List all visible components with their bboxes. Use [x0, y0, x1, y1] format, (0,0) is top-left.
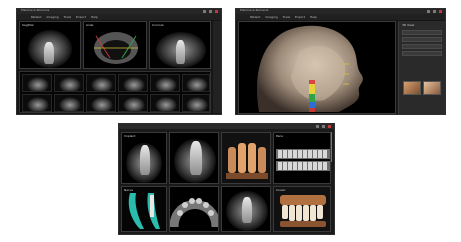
crown-render	[226, 143, 268, 179]
menu-item-patient[interactable]: Patient	[250, 14, 260, 20]
cross-section-slice[interactable]	[22, 74, 52, 92]
right-toolbar	[213, 21, 221, 113]
viewport-label: Sagittal	[22, 23, 34, 27]
cross-section-slice[interactable]	[86, 74, 116, 92]
viewport-label: Implant	[124, 134, 136, 138]
cross-section-strip	[19, 71, 211, 113]
preview-thumbnail[interactable]	[403, 81, 421, 95]
maximize-icon[interactable]	[209, 10, 212, 13]
sagittal-viewport[interactable]: Sagittal	[19, 21, 81, 69]
axial-viewport[interactable]: Axial	[83, 21, 147, 69]
cross-section-slice[interactable]	[54, 94, 84, 112]
coronal-viewport[interactable]: Coronal	[149, 21, 211, 69]
menu-item-export[interactable]: Export	[295, 14, 305, 20]
window-controls	[316, 125, 331, 128]
minimize-icon[interactable]	[427, 10, 430, 13]
minimize-icon[interactable]	[203, 10, 206, 13]
nerve-canal-viewport[interactable]: Nerve	[121, 186, 167, 232]
dental-detail-window: Implant Pano Nerve Crown	[118, 123, 335, 235]
cbct-slice-window: Planmeca Romexis Patient Imaging Tools E…	[16, 8, 222, 115]
minimize-icon[interactable]	[316, 125, 319, 128]
axial-arch-drawing	[94, 32, 138, 64]
occlusal-viewport[interactable]	[169, 186, 219, 232]
cross-section-slice[interactable]	[54, 74, 84, 92]
panel-button[interactable]	[402, 37, 442, 42]
tooth-sagittal-viewport[interactable]	[169, 132, 219, 184]
prosthetic-3d-viewport[interactable]: Crown	[273, 186, 331, 232]
menu-item-help[interactable]: Help	[310, 14, 317, 20]
cross-section-slice[interactable]	[118, 74, 148, 92]
close-icon[interactable]	[215, 10, 218, 13]
menu-item-imaging[interactable]: Imaging	[46, 14, 58, 20]
tooth-shape	[242, 197, 252, 223]
window-title: Planmeca Romexis	[240, 8, 269, 12]
close-icon[interactable]	[328, 125, 331, 128]
menu-item-imaging[interactable]: Imaging	[265, 14, 277, 20]
cross-section-slice[interactable]	[86, 94, 116, 112]
cross-section-slice[interactable]	[182, 74, 210, 92]
occlusal-arch	[170, 198, 218, 228]
right-side-panel: 3D View	[398, 21, 445, 114]
panoramic-teeth	[276, 149, 330, 171]
panoramic-viewport[interactable]: Pano	[273, 132, 331, 184]
cross-section-slice[interactable]	[118, 94, 148, 112]
implant-viewport[interactable]: Implant	[121, 132, 167, 184]
cross-section-slice[interactable]	[150, 94, 180, 112]
prosthetic-teeth-render	[280, 195, 326, 227]
tooth-shape	[44, 42, 54, 64]
panel-button[interactable]	[402, 44, 442, 49]
menu-item-export[interactable]: Export	[76, 14, 86, 20]
menu-bar: Patient Imaging Tools Export Help	[236, 14, 445, 20]
window-controls	[427, 10, 442, 13]
window-title: Planmeca Romexis	[21, 8, 50, 12]
panel-button[interactable]	[402, 30, 442, 35]
tooth-shape	[176, 40, 185, 64]
root-section-viewport[interactable]	[221, 186, 271, 232]
cross-section-slice[interactable]	[182, 94, 210, 112]
3d-viewport[interactable]	[238, 21, 396, 114]
preview-thumbnail[interactable]	[423, 81, 441, 95]
3d-render-window: Planmeca Romexis Patient Imaging Tools E…	[235, 8, 446, 115]
cross-section-slice[interactable]	[150, 74, 180, 92]
menu-item-help[interactable]: Help	[91, 14, 98, 20]
cross-section-slice[interactable]	[22, 94, 52, 112]
panel-button[interactable]	[402, 51, 442, 56]
maximize-icon[interactable]	[433, 10, 436, 13]
tooth-shape	[140, 145, 150, 175]
menu-item-patient[interactable]: Patient	[31, 14, 41, 20]
crown-3d-viewport[interactable]	[221, 132, 271, 184]
menu-bar: Patient Imaging Tools Export Help	[17, 14, 221, 20]
menu-item-tools[interactable]: Tools	[64, 14, 71, 20]
window-controls	[203, 10, 218, 13]
nerve-canal-drawing	[128, 193, 160, 229]
menu-item-tools[interactable]: Tools	[283, 14, 290, 20]
close-icon[interactable]	[439, 10, 442, 13]
title-bar	[119, 124, 334, 129]
maximize-icon[interactable]	[322, 125, 325, 128]
panel-title: 3D View	[402, 23, 415, 27]
3d-skull-render	[257, 25, 363, 112]
viewport-label: Coronal	[152, 23, 164, 27]
tooth-shape	[190, 141, 202, 175]
